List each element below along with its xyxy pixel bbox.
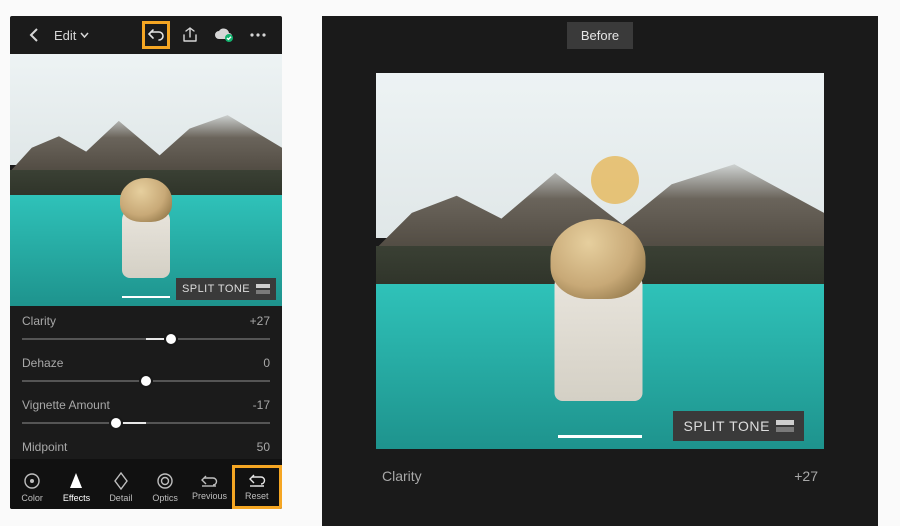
tool-label: Previous <box>192 491 227 501</box>
tool-label: Detail <box>109 493 132 503</box>
slider-vignette-amount: Vignette Amount -17 <box>22 398 270 434</box>
edit-menu[interactable]: Edit <box>54 28 89 43</box>
split-tone-icon <box>776 420 794 432</box>
tool-label: Effects <box>63 493 90 503</box>
split-tone-label: SPLIT TONE <box>182 283 250 295</box>
undo-button[interactable] <box>142 21 170 49</box>
footer-slider-value: +27 <box>794 468 818 484</box>
cloud-sync-button[interactable] <box>210 21 238 49</box>
slider-track[interactable] <box>22 370 270 392</box>
tool-previous[interactable]: Previous <box>187 465 231 509</box>
effects-sliders: Clarity +27 Dehaze 0 Vignette Amount -17 Mi… <box>10 306 282 459</box>
before-preview-panel: Before SPLIT TONE Clarity +27 <box>322 16 878 526</box>
photo-board <box>122 296 170 298</box>
top-bar: Edit <box>10 16 282 54</box>
slider-value: 50 <box>257 440 270 454</box>
slider-value: 0 <box>263 356 270 370</box>
photo-preview[interactable]: SPLIT TONE <box>10 54 282 306</box>
undo-icon <box>147 28 165 42</box>
share-button[interactable] <box>176 21 204 49</box>
slider-track[interactable] <box>22 412 270 434</box>
reset-icon <box>247 474 267 488</box>
slider-clarity: Clarity +27 <box>22 314 270 350</box>
slider-label: Midpoint <box>22 440 67 454</box>
photo-board <box>558 435 642 438</box>
slider-value: +27 <box>250 314 270 328</box>
photo-subject <box>116 178 176 288</box>
split-tone-button[interactable]: SPLIT TONE <box>176 278 276 300</box>
more-button[interactable] <box>244 21 272 49</box>
previous-icon <box>199 474 219 488</box>
share-icon <box>183 27 197 43</box>
tool-label: Color <box>21 493 43 503</box>
back-button[interactable] <box>20 21 48 49</box>
bottom-tool-strip: Color Effects Detail Optics Previous Res… <box>10 459 282 509</box>
preview-footer: Clarity +27 <box>322 449 878 503</box>
slider-track[interactable] <box>22 328 270 350</box>
slider-dehaze: Dehaze 0 <box>22 356 270 392</box>
cloud-check-icon <box>214 28 234 42</box>
chevron-left-icon <box>29 28 39 42</box>
split-tone-icon <box>256 284 270 294</box>
tool-optics[interactable]: Optics <box>143 465 187 509</box>
tool-effects[interactable]: Effects <box>54 465 98 509</box>
slider-midpoint: Midpoint 50 <box>22 440 270 454</box>
tool-label: Optics <box>152 493 178 503</box>
effects-icon <box>68 472 84 490</box>
tool-label: Reset <box>245 491 269 501</box>
edit-label: Edit <box>54 28 76 43</box>
slider-label: Clarity <box>22 314 56 328</box>
slider-label: Dehaze <box>22 356 63 370</box>
slider-value: -17 <box>253 398 270 412</box>
tool-color[interactable]: Color <box>10 465 54 509</box>
more-icon <box>250 33 266 37</box>
before-badge: Before <box>567 22 633 49</box>
split-tone-label: SPLIT TONE <box>683 418 770 434</box>
tool-detail[interactable]: Detail <box>99 465 143 509</box>
slider-label: Vignette Amount <box>22 398 110 412</box>
color-icon <box>23 472 41 490</box>
chevron-down-icon <box>80 32 89 38</box>
footer-slider-name: Clarity <box>382 468 422 484</box>
detail-icon <box>112 472 130 490</box>
lightroom-app: Edit SPLIT TONE <box>10 16 282 509</box>
photo-subject <box>548 219 653 419</box>
optics-icon <box>156 472 174 490</box>
photo-preview-large[interactable]: SPLIT TONE <box>376 73 824 449</box>
split-tone-button[interactable]: SPLIT TONE <box>673 411 804 441</box>
touch-indicator-icon <box>591 156 639 204</box>
tool-reset[interactable]: Reset <box>232 465 282 509</box>
